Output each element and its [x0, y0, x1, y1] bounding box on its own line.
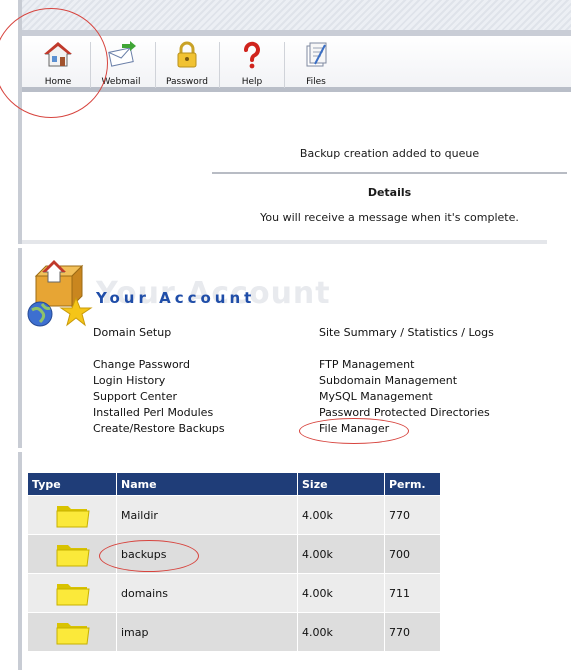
home-highlight-annotation	[0, 8, 108, 118]
file-name[interactable]: domains	[116, 573, 298, 613]
your-account-panel: Your Account Your Account Domain Setup C…	[0, 248, 571, 448]
folder-icon	[56, 545, 90, 567]
file-manager-highlight-annotation	[299, 418, 409, 444]
folder-cell	[27, 612, 117, 652]
link-ftp-management[interactable]: FTP Management	[319, 358, 414, 371]
left-border	[18, 248, 22, 448]
file-perm[interactable]: 700	[384, 534, 441, 574]
toolbar-separator	[155, 42, 156, 88]
padlock-icon	[177, 41, 197, 68]
status-divider	[212, 172, 567, 174]
question-mark-icon	[244, 41, 260, 69]
panel-shadow	[22, 240, 547, 244]
account-title: Your Account	[96, 289, 256, 307]
file-list-panel: Type Name Size Perm. Maildir 4.00k 770 b…	[0, 452, 571, 670]
files-button[interactable]: Files	[296, 36, 336, 92]
link-domain-setup[interactable]: Domain Setup	[93, 326, 171, 339]
folder-icon	[56, 623, 90, 645]
link-installed-perl-modules[interactable]: Installed Perl Modules	[93, 406, 213, 419]
link-mysql-management[interactable]: MySQL Management	[319, 390, 433, 403]
file-size: 4.00k	[297, 573, 385, 613]
status-message: Backup creation added to queue	[299, 147, 480, 160]
file-perm[interactable]: 770	[384, 495, 441, 535]
file-perm[interactable]: 770	[384, 612, 441, 652]
password-button-label: Password	[165, 77, 209, 87]
file-perm[interactable]: 711	[384, 573, 441, 613]
backups-highlight-annotation	[99, 540, 199, 572]
table-row[interactable]: backups 4.00k 700	[27, 534, 441, 574]
folder-icon	[56, 506, 90, 528]
folder-cell	[27, 573, 117, 613]
file-name[interactable]: imap	[116, 612, 298, 652]
files-button-label: Files	[306, 77, 326, 87]
link-password-protected-directories[interactable]: Password Protected Directories	[319, 406, 490, 419]
folder-icon	[56, 584, 90, 606]
column-header-size[interactable]: Size	[297, 472, 385, 496]
file-size: 4.00k	[297, 612, 385, 652]
link-create-restore-backups[interactable]: Create/Restore Backups	[93, 422, 225, 435]
file-size: 4.00k	[297, 534, 385, 574]
files-icon	[306, 42, 327, 67]
file-table: Type Name Size Perm. Maildir 4.00k 770 b…	[27, 472, 441, 652]
column-header-name[interactable]: Name	[116, 472, 298, 496]
left-border	[18, 452, 22, 670]
file-size: 4.00k	[297, 495, 385, 535]
table-row[interactable]: Maildir 4.00k 770	[27, 495, 441, 535]
table-header-row: Type Name Size Perm.	[27, 472, 441, 496]
link-login-history[interactable]: Login History	[93, 374, 165, 387]
file-name[interactable]: Maildir	[116, 495, 298, 535]
details-text: You will receive a message when it's com…	[260, 211, 519, 224]
toolbar-panel: Home Webmail Password Help Files Backup …	[0, 0, 571, 244]
link-site-summary[interactable]: Site Summary / Statistics / Logs	[319, 326, 494, 339]
webmail-icon	[108, 41, 136, 67]
link-subdomain-management[interactable]: Subdomain Management	[319, 374, 457, 387]
column-header-perm[interactable]: Perm.	[384, 472, 441, 496]
toolbar-separator	[219, 42, 220, 88]
table-row[interactable]: domains 4.00k 711	[27, 573, 441, 613]
details-heading: Details	[367, 186, 412, 199]
help-button[interactable]: Help	[232, 36, 272, 92]
link-support-center[interactable]: Support Center	[93, 390, 177, 403]
toolbar-separator	[284, 42, 285, 88]
help-button-label: Help	[241, 77, 263, 87]
toolbar-header-strip	[22, 0, 571, 30]
link-change-password[interactable]: Change Password	[93, 358, 190, 371]
column-header-type[interactable]: Type	[27, 472, 117, 496]
table-row[interactable]: imap 4.00k 770	[27, 612, 441, 652]
folder-cell	[27, 495, 117, 535]
password-button[interactable]: Password	[162, 36, 212, 92]
account-icon	[27, 260, 93, 327]
